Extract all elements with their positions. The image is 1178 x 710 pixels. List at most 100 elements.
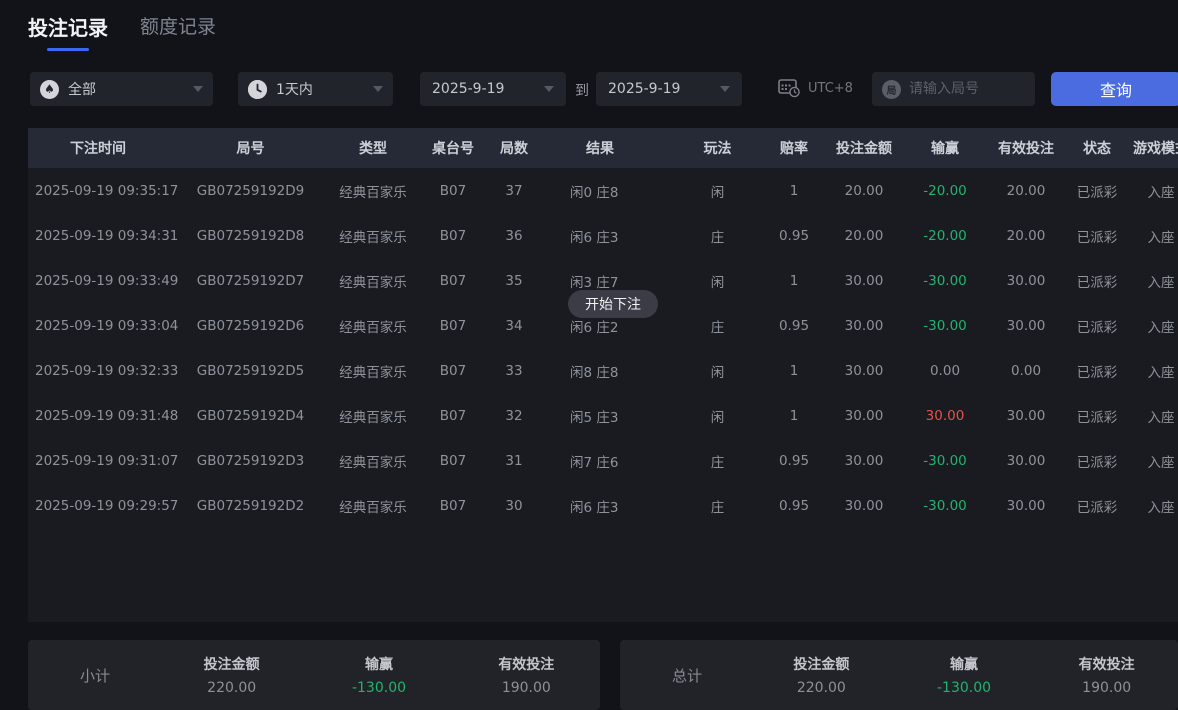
col-header-play: 玩法: [665, 138, 770, 158]
time-range-value: 1天内: [276, 79, 313, 99]
cell-odds: 1: [770, 273, 818, 289]
cell-table-no: B07: [413, 453, 493, 469]
subtotal-valid-bet: 有效投注 190.00: [453, 654, 600, 696]
col-header-win-loss: 输赢: [910, 138, 980, 158]
cell-bet-time: 2025-09-19 09:35:17: [28, 183, 168, 199]
game-type-dropdown[interactable]: ♠ 全部: [30, 72, 213, 106]
cell-status: 已派彩: [1072, 226, 1122, 246]
col-header-valid-bet: 有效投注: [980, 138, 1072, 158]
cell-play: 闲: [665, 406, 770, 426]
cell-bet-time: 2025-09-19 09:32:33: [28, 363, 168, 379]
cell-valid-bet: 0.00: [980, 363, 1072, 379]
col-header-table-no: 桌台号: [413, 138, 493, 158]
cell-result: 闲5 庄3: [535, 406, 665, 426]
cell-type: 经典百家乐: [333, 496, 413, 516]
cell-bet-amount: 30.00: [818, 408, 910, 424]
cell-game-mode: 入座: [1122, 361, 1178, 381]
tab-betting-records[interactable]: 投注记录: [28, 12, 108, 49]
cell-play: 庄: [665, 316, 770, 336]
table-row[interactable]: 2025-09-19 09:34:31 GB07259192D8 经典百家乐 B…: [28, 213, 1178, 258]
table-row[interactable]: 2025-09-19 09:31:07 GB07259192D3 经典百家乐 B…: [28, 438, 1178, 483]
cell-game-mode: 入座: [1122, 451, 1178, 471]
time-range-dropdown[interactable]: 1天内: [238, 72, 393, 106]
cell-table-no: B07: [413, 408, 493, 424]
cell-result: 闲0 庄8: [535, 181, 665, 201]
timezone-indicator: UTC+8: [778, 78, 853, 98]
subtotal-win-loss: 输赢 -130.00: [305, 654, 452, 696]
cell-round-id: GB07259192D8: [168, 228, 333, 244]
table-body: 2025-09-19 09:35:17 GB07259192D9 经典百家乐 B…: [28, 168, 1178, 528]
cell-play: 庄: [665, 226, 770, 246]
cell-play: 闲: [665, 181, 770, 201]
cell-odds: 0.95: [770, 453, 818, 469]
cell-table-no: B07: [413, 318, 493, 334]
cell-result: 闲6 庄3: [535, 226, 665, 246]
cell-round-id: GB07259192D9: [168, 183, 333, 199]
cell-valid-bet: 20.00: [980, 183, 1072, 199]
cell-table-no: B07: [413, 183, 493, 199]
cell-bet-time: 2025-09-19 09:31:07: [28, 453, 168, 469]
cell-win-loss: 30.00: [910, 408, 980, 424]
cell-win-loss: -20.00: [910, 183, 980, 199]
cell-valid-bet: 30.00: [980, 318, 1072, 334]
cell-bet-time: 2025-09-19 09:33:49: [28, 273, 168, 289]
col-header-result: 结果: [535, 138, 665, 158]
records-table: 下注时间 局号 类型 桌台号 局数 结果 玩法 赔率 投注金额 输赢 有效投注 …: [28, 128, 1178, 622]
cell-result: 闲3 庄7: [535, 271, 665, 291]
cell-table-no: B07: [413, 228, 493, 244]
col-header-odds: 赔率: [770, 138, 818, 158]
cell-game-mode: 入座: [1122, 271, 1178, 291]
round-search-input[interactable]: [909, 81, 1025, 97]
tab-quota-records[interactable]: 额度记录: [140, 12, 216, 47]
cell-win-loss: 0.00: [910, 363, 980, 379]
cell-bet-amount: 30.00: [818, 273, 910, 289]
round-search-field: 局: [872, 72, 1035, 106]
cell-round-id: GB07259192D4: [168, 408, 333, 424]
top-tabs: 投注记录 额度记录: [28, 12, 216, 49]
total-valid-bet: 有效投注 190.00: [1035, 654, 1178, 696]
cell-type: 经典百家乐: [333, 361, 413, 381]
cell-game-mode: 入座: [1122, 226, 1178, 246]
date-to-separator: 到: [575, 80, 589, 100]
query-button[interactable]: 查询: [1051, 72, 1178, 106]
cell-valid-bet: 20.00: [980, 228, 1072, 244]
clock-icon: [248, 80, 267, 99]
table-row[interactable]: 2025-09-19 09:35:17 GB07259192D9 经典百家乐 B…: [28, 168, 1178, 213]
date-to-value: 2025-9-19: [608, 81, 680, 97]
table-row[interactable]: 2025-09-19 09:29:57 GB07259192D2 经典百家乐 B…: [28, 483, 1178, 528]
cell-round-no: 35: [493, 273, 535, 289]
cell-status: 已派彩: [1072, 406, 1122, 426]
cell-round-id: GB07259192D5: [168, 363, 333, 379]
spade-icon: ♠: [40, 80, 59, 99]
cell-game-mode: 入座: [1122, 181, 1178, 201]
col-header-round-id: 局号: [168, 138, 333, 158]
cell-game-mode: 入座: [1122, 406, 1178, 426]
table-row[interactable]: 2025-09-19 09:31:48 GB07259192D4 经典百家乐 B…: [28, 393, 1178, 438]
col-header-round-no: 局数: [493, 138, 535, 158]
cell-round-no: 32: [493, 408, 535, 424]
table-row[interactable]: 2025-09-19 09:32:33 GB07259192D5 经典百家乐 B…: [28, 348, 1178, 393]
cell-round-no: 31: [493, 453, 535, 469]
start-betting-toast: 开始下注: [568, 290, 658, 318]
total-panel: 总计 投注金额 220.00 输赢 -130.00 有效投注 190.00: [620, 640, 1178, 710]
date-to-select[interactable]: 2025-9-19: [596, 72, 742, 106]
chevron-down-icon: [544, 86, 554, 92]
cell-bet-amount: 30.00: [818, 363, 910, 379]
cell-type: 经典百家乐: [333, 451, 413, 471]
total-bet-amount: 投注金额 220.00: [750, 654, 893, 696]
col-header-bet-amount: 投注金额: [818, 138, 910, 158]
cell-play: 闲: [665, 361, 770, 381]
cell-type: 经典百家乐: [333, 181, 413, 201]
date-from-select[interactable]: 2025-9-19: [420, 72, 566, 106]
cell-play: 庄: [665, 451, 770, 471]
cell-round-id: GB07259192D6: [168, 318, 333, 334]
cell-game-mode: 入座: [1122, 316, 1178, 336]
round-id-icon: 局: [882, 80, 901, 99]
cell-valid-bet: 30.00: [980, 498, 1072, 514]
col-header-bet-time: 下注时间: [28, 138, 168, 158]
cell-bet-amount: 20.00: [818, 183, 910, 199]
cell-result: 闲8 庄8: [535, 361, 665, 381]
game-type-value: 全部: [68, 79, 96, 99]
cell-bet-time: 2025-09-19 09:33:04: [28, 318, 168, 334]
cell-bet-amount: 30.00: [818, 498, 910, 514]
